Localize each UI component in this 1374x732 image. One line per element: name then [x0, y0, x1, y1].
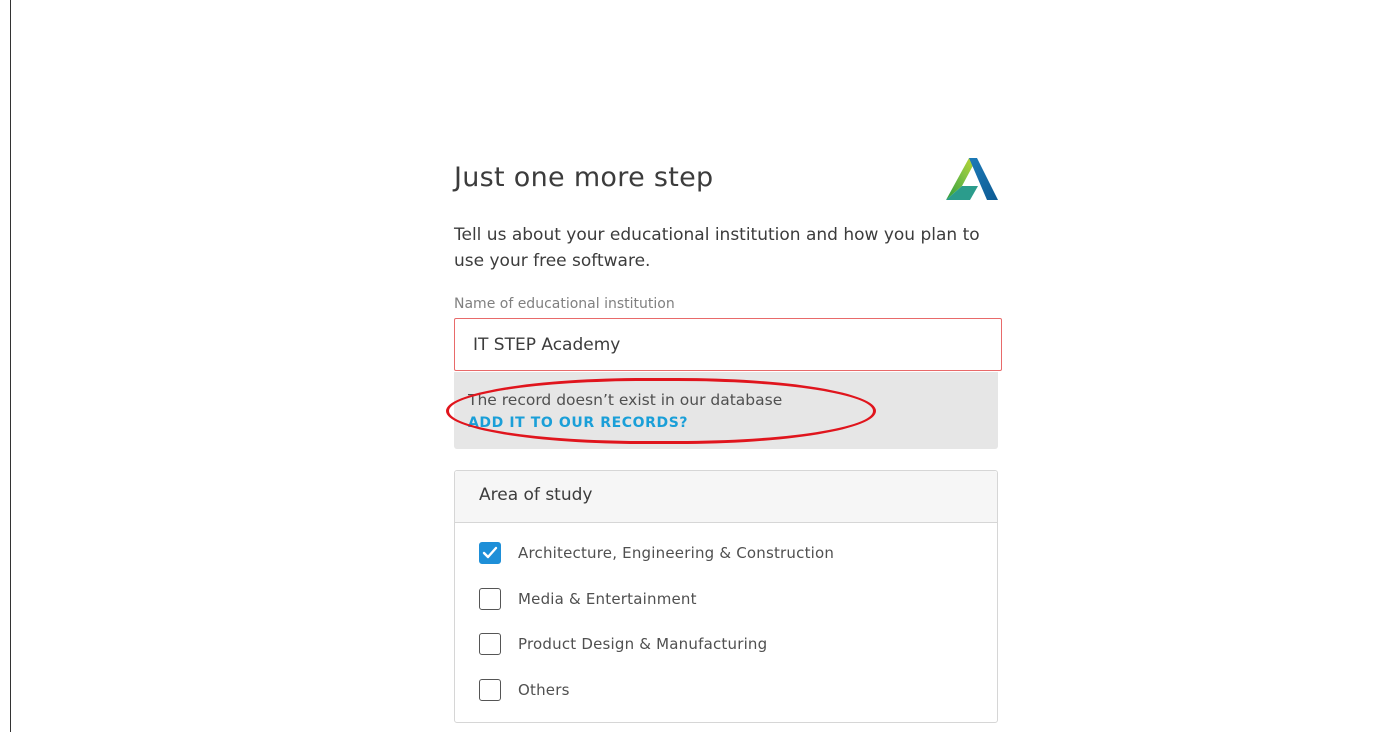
- autodesk-logo-icon: [946, 158, 998, 200]
- left-edge-line: [10, 0, 11, 732]
- option-label: Media & Entertainment: [518, 590, 697, 608]
- page-title: Just one more step: [454, 162, 714, 193]
- area-of-study-header: Area of study: [455, 471, 997, 523]
- option-architecture-engineering-construction[interactable]: Architecture, Engineering & Construction: [479, 541, 834, 565]
- checkbox-unchecked[interactable]: [479, 588, 501, 610]
- area-of-study-panel: Area of study Architecture, Engineering …: [454, 470, 998, 723]
- checkbox-checked[interactable]: [479, 542, 501, 564]
- checkbox-unchecked[interactable]: [479, 679, 501, 701]
- record-not-found-message: The record doesn’t exist in our database: [468, 391, 783, 409]
- option-label: Product Design & Manufacturing: [518, 635, 768, 653]
- area-of-study-title: Area of study: [479, 485, 593, 505]
- intro-text: Tell us about your educational instituti…: [454, 225, 980, 271]
- checkmark-icon: [482, 546, 498, 559]
- institution-field-label: Name of educational institution: [454, 296, 675, 312]
- option-others[interactable]: Others: [479, 678, 570, 702]
- form-header: Just one more step: [454, 150, 1000, 210]
- option-label: Others: [518, 681, 570, 699]
- option-product-design-manufacturing[interactable]: Product Design & Manufacturing: [479, 632, 767, 656]
- record-not-found-notice: The record doesn’t exist in our database…: [454, 372, 998, 449]
- option-media-entertainment[interactable]: Media & Entertainment: [479, 587, 697, 611]
- institution-name-input[interactable]: [454, 318, 1002, 371]
- education-form-card: Just one more step Tell us about your ed…: [446, 150, 1002, 723]
- add-to-records-link[interactable]: ADD IT TO OUR RECORDS?: [468, 415, 688, 431]
- option-label: Architecture, Engineering & Construction: [518, 544, 835, 562]
- checkbox-unchecked[interactable]: [479, 633, 501, 655]
